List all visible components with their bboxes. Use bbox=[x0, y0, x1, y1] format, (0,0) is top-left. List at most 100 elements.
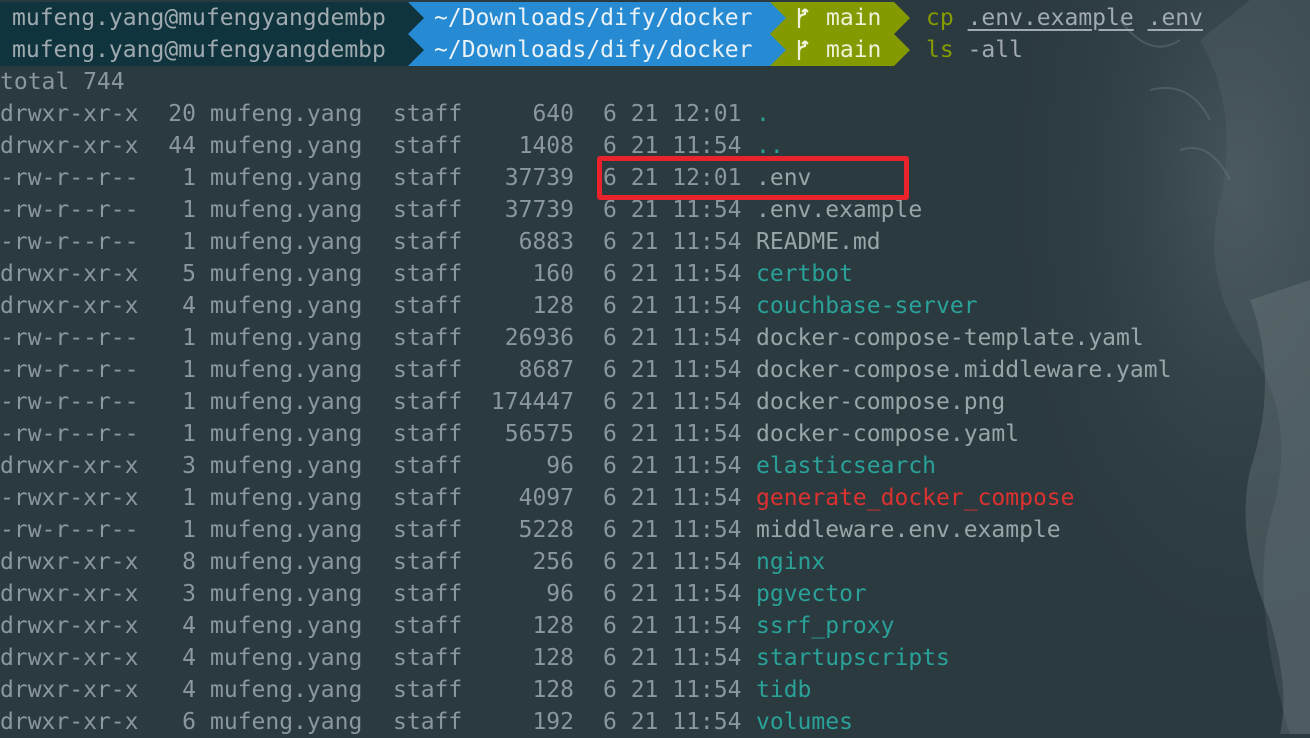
segment-separator bbox=[894, 2, 910, 34]
group: staff bbox=[393, 581, 463, 607]
group: staff bbox=[393, 261, 463, 287]
terminal-output: mufeng.yang@mufengyangdembp ~/Downloads/… bbox=[0, 2, 1310, 738]
owner: mufeng.yang bbox=[210, 613, 363, 639]
permissions: drwxr-xr-x bbox=[0, 293, 139, 319]
link-count: 4 bbox=[182, 293, 196, 319]
link-count: 3 bbox=[182, 581, 196, 607]
segment-separator bbox=[894, 34, 910, 66]
file-size: 640 bbox=[532, 101, 574, 127]
listing-row: drwxr-xr-x 4 mufeng.yang staff 128 6 21 11:54… bbox=[0, 610, 1310, 642]
owner: mufeng.yang bbox=[210, 165, 363, 191]
modified-date: 6 21 11:54 bbox=[603, 293, 742, 319]
command-arg: .env bbox=[1147, 5, 1203, 31]
file-size: 6883 bbox=[518, 229, 574, 255]
listing-row: drwxr-xr-x 3 mufeng.yang staff 96 6 21 11:54 p… bbox=[0, 578, 1310, 610]
file-name: couchbase-server bbox=[756, 293, 978, 319]
file-size: 96 bbox=[546, 453, 574, 479]
permissions: drwxr-xr-x bbox=[0, 453, 139, 479]
modified-date: 6 21 12:01 bbox=[603, 101, 742, 127]
modified-date: 6 21 11:54 bbox=[603, 261, 742, 287]
file-size: 8687 bbox=[518, 357, 574, 383]
permissions: -rw-r--r-- bbox=[0, 389, 139, 415]
group: staff bbox=[393, 485, 463, 511]
group: staff bbox=[393, 325, 463, 351]
highlight-annotation-box bbox=[597, 156, 909, 200]
file-name: middleware.env.example bbox=[756, 517, 1061, 543]
file-size: 256 bbox=[532, 549, 574, 575]
command-name: ls bbox=[926, 37, 954, 63]
file-name: certbot bbox=[756, 261, 853, 287]
link-count: 1 bbox=[182, 485, 196, 511]
listing-row: drwxr-xr-x 4 mufeng.yang staff 128 6 21 11:54… bbox=[0, 642, 1310, 674]
file-size: 128 bbox=[532, 613, 574, 639]
file-size: 5228 bbox=[518, 517, 574, 543]
permissions: -rw-r--r-- bbox=[0, 229, 139, 255]
segment-separator bbox=[770, 2, 786, 34]
modified-date: 6 21 11:54 bbox=[603, 357, 742, 383]
group: staff bbox=[393, 453, 463, 479]
prompt-path: ~/Downloads/dify/docker bbox=[434, 5, 753, 31]
permissions: drwxr-xr-x bbox=[0, 645, 139, 671]
permissions: drwxr-xr-x bbox=[0, 709, 139, 735]
listing-row: drwxr-xr-x 3 mufeng.yang staff 96 6 21 11:54 e… bbox=[0, 450, 1310, 482]
owner: mufeng.yang bbox=[210, 261, 363, 287]
file-name: docker-compose.png bbox=[756, 389, 1006, 415]
group: staff bbox=[393, 133, 463, 159]
modified-date: 6 21 11:54 bbox=[603, 677, 742, 703]
prompt-branch: main bbox=[826, 37, 882, 63]
prompt-path-segment: ~/Downloads/dify/docker bbox=[408, 34, 770, 66]
modified-date: 6 21 11:54 bbox=[603, 517, 742, 543]
owner: mufeng.yang bbox=[210, 229, 363, 255]
link-count: 4 bbox=[182, 677, 196, 703]
group: staff bbox=[393, 197, 463, 223]
file-name: . bbox=[756, 101, 770, 127]
file-name: nginx bbox=[756, 549, 826, 575]
total-text: total 744 bbox=[0, 69, 125, 95]
prompt-branch: main bbox=[826, 5, 882, 31]
link-count: 1 bbox=[182, 389, 196, 415]
command-arg: .env.example bbox=[967, 5, 1134, 31]
listing-row: drwxr-xr-x 5 mufeng.yang staff 160 6 21 11:54… bbox=[0, 258, 1310, 290]
link-count: 5 bbox=[182, 261, 196, 287]
link-count: 3 bbox=[182, 453, 196, 479]
owner: mufeng.yang bbox=[210, 549, 363, 575]
group: staff bbox=[393, 421, 463, 447]
group: staff bbox=[393, 613, 463, 639]
file-name: generate_docker_compose bbox=[756, 485, 1075, 511]
group: staff bbox=[393, 549, 463, 575]
file-size: 26936 bbox=[504, 325, 574, 351]
group: staff bbox=[393, 229, 463, 255]
permissions: drwxr-xr-x bbox=[0, 133, 139, 159]
link-count: 6 bbox=[182, 709, 196, 735]
group: staff bbox=[393, 357, 463, 383]
permissions: drwxr-xr-x bbox=[0, 101, 139, 127]
link-count: 1 bbox=[182, 229, 196, 255]
file-name: tidb bbox=[756, 677, 812, 703]
permissions: drwxr-xr-x bbox=[0, 549, 139, 575]
owner: mufeng.yang bbox=[210, 357, 363, 383]
listing-row: -rw-r--r-- 1 mufeng.yang staff 8687 6 21 11:5… bbox=[0, 354, 1310, 386]
prompt-user-host-segment: mufeng.yang@mufengyangdembp bbox=[0, 2, 408, 34]
file-name: docker-compose-template.yaml bbox=[756, 325, 1144, 351]
file-size: 37739 bbox=[504, 165, 574, 191]
owner: mufeng.yang bbox=[210, 677, 363, 703]
segment-separator bbox=[770, 34, 786, 66]
permissions: -rw-r--r-- bbox=[0, 421, 139, 447]
file-name: pgvector bbox=[756, 581, 867, 607]
modified-date: 6 21 11:54 bbox=[603, 453, 742, 479]
file-name: ssrf_proxy bbox=[756, 613, 895, 639]
owner: mufeng.yang bbox=[210, 517, 363, 543]
link-count: 1 bbox=[182, 357, 196, 383]
file-size: 160 bbox=[532, 261, 574, 287]
file-size: 192 bbox=[532, 709, 574, 735]
permissions: -rw-r--r-- bbox=[0, 357, 139, 383]
modified-date: 6 21 11:54 bbox=[603, 613, 742, 639]
owner: mufeng.yang bbox=[210, 133, 363, 159]
link-count: 20 bbox=[168, 101, 196, 127]
owner: mufeng.yang bbox=[210, 485, 363, 511]
owner: mufeng.yang bbox=[210, 645, 363, 671]
group: staff bbox=[393, 517, 463, 543]
modified-date: 6 21 11:54 bbox=[603, 645, 742, 671]
owner: mufeng.yang bbox=[210, 421, 363, 447]
modified-date: 6 21 11:54 bbox=[603, 229, 742, 255]
